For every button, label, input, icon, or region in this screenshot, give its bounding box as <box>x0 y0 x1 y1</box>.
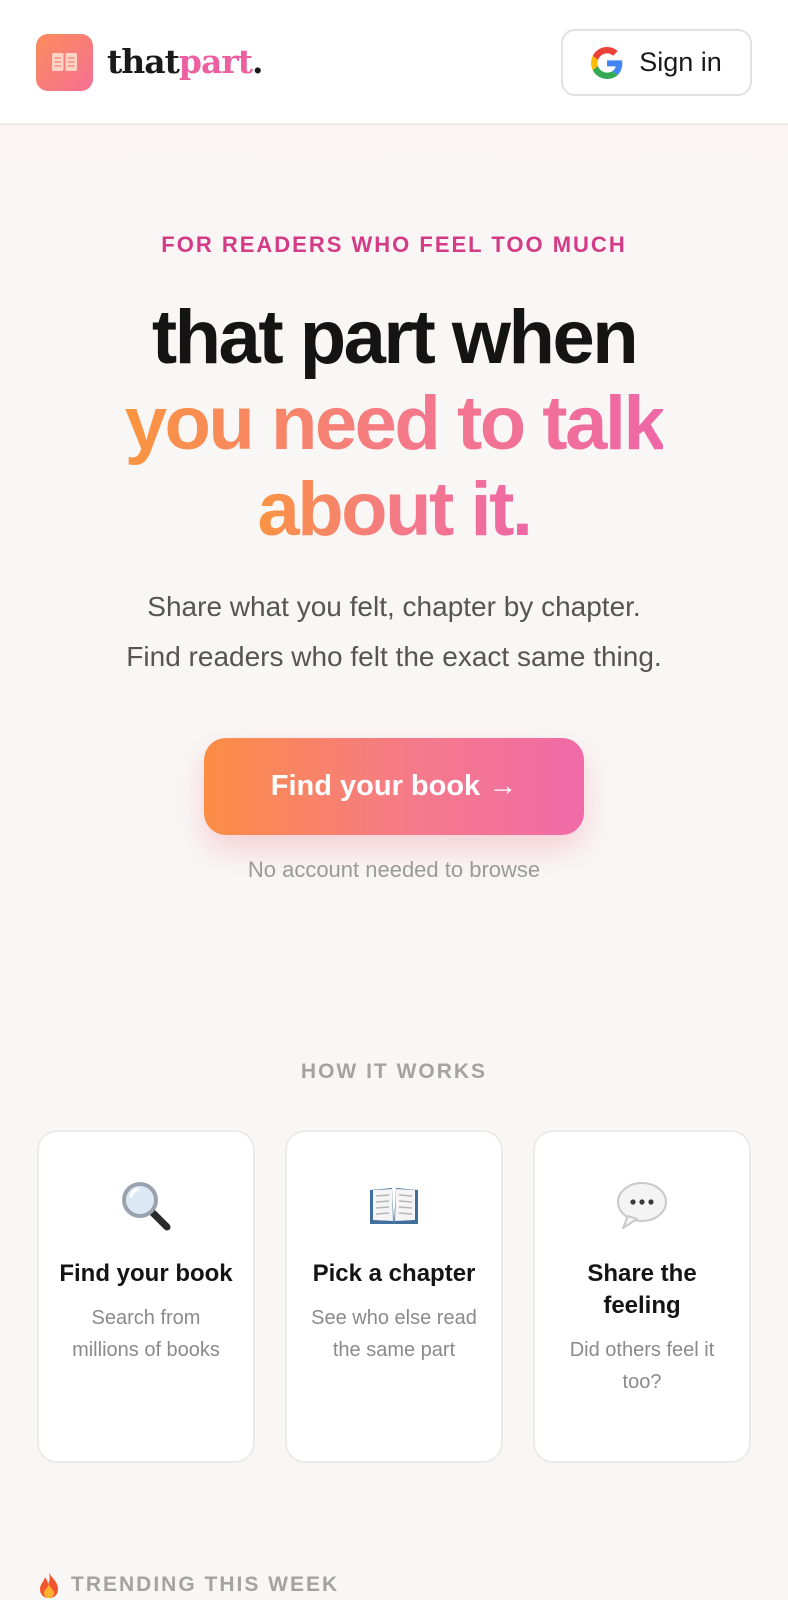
trending-title: TRENDING THIS WEEK <box>71 1573 340 1596</box>
sign-in-label: Sign in <box>639 47 722 77</box>
step-card-share-feeling: Share the feeling Did others feel it too… <box>533 1130 751 1463</box>
step-title: Find your book <box>59 1260 233 1287</box>
find-your-book-button[interactable]: Find your book → <box>204 738 584 835</box>
open-book-icon <box>370 1188 418 1224</box>
step-card-find-book: Find your book Search from millions of b… <box>37 1130 255 1463</box>
google-icon <box>591 46 623 79</box>
subtitle-line-1: Share what you felt, chapter by chapter. <box>147 591 641 622</box>
headline-line-2: you need to talk <box>124 381 666 466</box>
browse-note: No account needed to browse <box>247 857 541 882</box>
fire-icon <box>40 1572 58 1598</box>
top-header: thatpart. Sign in <box>0 0 788 125</box>
step-description: Search from millions of books <box>72 1307 220 1361</box>
sign-in-button[interactable]: Sign in <box>561 29 752 96</box>
hero-eyebrow: FOR READERS WHO FEEL TOO MUCH <box>161 232 627 257</box>
subtitle-line-2: Find readers who felt the exact same thi… <box>126 641 662 672</box>
headline-line-3: about it. <box>257 467 533 552</box>
step-title: Pick a chapter <box>312 1260 476 1287</box>
trending-section-header: TRENDING THIS WEEK <box>37 1570 339 1600</box>
logo-icon[interactable] <box>36 34 93 91</box>
hero-headline: that part when you need to talk about it… <box>0 295 788 553</box>
step-description: Did others feel it too? <box>569 1339 715 1393</box>
magnifying-glass-icon <box>122 1182 171 1231</box>
brand-period: . <box>251 42 263 81</box>
step-card-pick-chapter: Pick a chapter See who else read the sam… <box>285 1130 503 1463</box>
brand-wordmark[interactable]: thatpart. <box>107 40 263 84</box>
step-title: Share the feeling <box>587 1260 697 1319</box>
headline-line-1: that part when <box>151 295 639 380</box>
brand-part-part: part <box>178 42 253 81</box>
how-it-works-title: HOW IT WORKS <box>300 1060 488 1083</box>
speech-bubble-icon <box>617 1182 667 1229</box>
brand-part-that: that <box>107 42 180 81</box>
step-description: See who else read the same part <box>311 1307 477 1361</box>
hero-subtitle: Share what you felt, chapter by chapter.… <box>0 582 788 682</box>
